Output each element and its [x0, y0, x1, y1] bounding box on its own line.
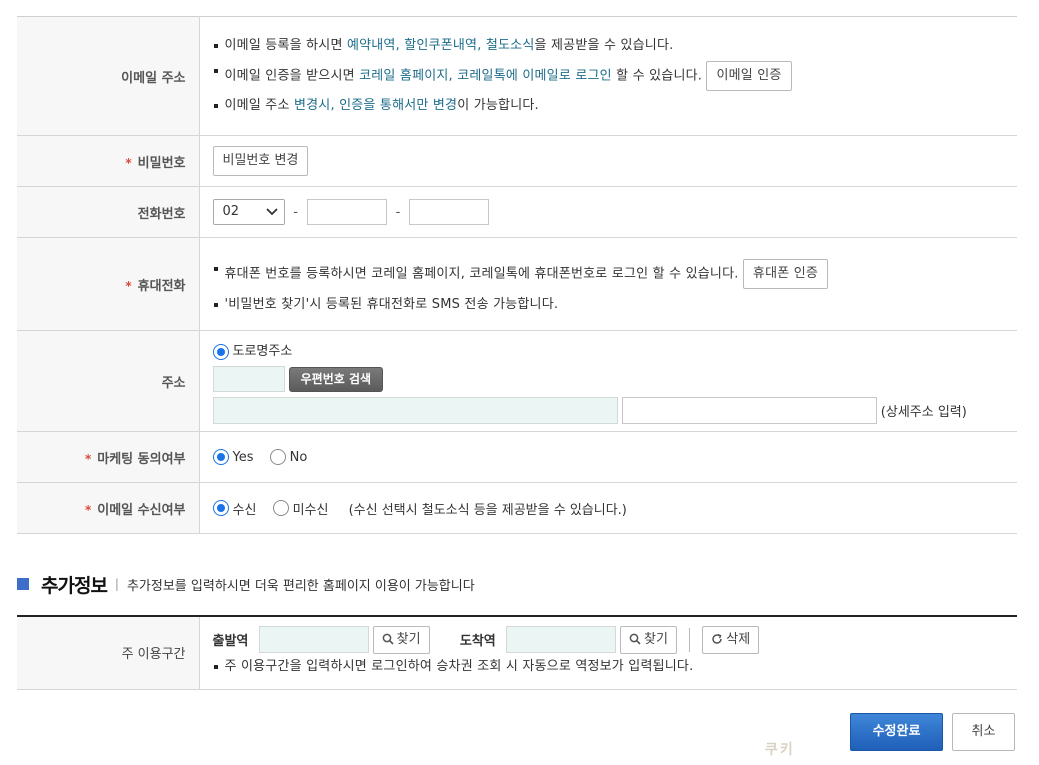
divider [689, 627, 691, 652]
road-address-label: 도로명주소 [232, 344, 293, 359]
address-input[interactable] [212, 397, 618, 424]
route-row: 주 이용구간 출발역 찾기 도착역 찾기 삭제 주 이용구간을 입력하시면 로그… [17, 616, 1018, 690]
password-row: * 비밀번호 비밀번호 변경 [17, 135, 1017, 187]
email-receive-radio[interactable] [212, 500, 229, 516]
refresh-icon [712, 633, 723, 644]
email-receive-label: * 이메일 수신여부 [17, 482, 200, 534]
cancel-button[interactable]: 취소 [952, 713, 1015, 751]
password-change-button[interactable]: 비밀번호 변경 [212, 146, 309, 176]
search-icon [382, 633, 394, 645]
watermark-logo: 쿠키 [765, 742, 795, 758]
email-not-receive-option-label: 미수신 [292, 502, 329, 518]
extra-info-title: 추가정보 [41, 574, 108, 597]
email-receive-row: * 이메일 수신여부 수신 미수신 (수신 선택시 철도소식 등을 제공받을 수 … [17, 482, 1017, 534]
address-row: 주소 도로명주소 우편번호 검색 (상세주소 입력) [17, 330, 1017, 432]
marketing-row: * 마케팅 동의여부 Yes No [17, 431, 1017, 483]
marketing-no-radio[interactable] [269, 449, 286, 465]
mobile-row: * 휴대전화 휴대폰 번호를 등록하시면 코레일 홈페이지, 코레일톡에 휴대폰번… [17, 237, 1018, 331]
phone-last-input[interactable] [409, 199, 490, 225]
required-mark: * [125, 278, 132, 293]
email-receive-note: (수신 선택시 철도소식 등을 제공받을 수 있습니다.) [348, 502, 627, 518]
member-info-form: 이메일 주소 이메일 등록을 하시면 예약내역, 할인쿠폰내역, 철도소식을 제… [17, 16, 1017, 534]
email-info-2: 이메일 인증을 받으시면 코레일 홈페이지, 코레일톡에 이메일로 로그인 할 … [213, 61, 1018, 91]
marketing-yes-radio[interactable] [212, 449, 229, 465]
mobile-info-1: 휴대폰 번호를 등록하시면 코레일 홈페이지, 코레일톡에 휴대폰번호로 로그인… [213, 258, 1018, 289]
required-mark: * [84, 451, 92, 466]
email-receive-option-label: 수신 [232, 502, 257, 518]
zipcode-input[interactable] [212, 366, 285, 392]
title-separator: | [114, 577, 119, 591]
route-label: 주 이용구간 [17, 616, 200, 690]
email-verify-button[interactable]: 이메일 인증 [706, 61, 792, 91]
mobile-info-2: '비밀번호 찾기'시 등록된 휴대전화로 SMS 전송 가능합니다. [213, 295, 1018, 315]
arrival-input[interactable] [505, 626, 616, 654]
phone-row: 전화번호 02 - - [17, 186, 1017, 238]
extra-info-header: 추가정보 | 추가정보를 입력하시면 더욱 편리한 홈페이지 이용이 가능합니다 [17, 571, 475, 597]
submit-button[interactable]: 수정완료 [850, 713, 943, 751]
departure-input[interactable] [258, 626, 369, 654]
email-not-receive-radio[interactable] [272, 500, 289, 516]
extra-info-description: 추가정보를 입력하시면 더욱 편리한 홈페이지 이용이 가능합니다 [126, 578, 475, 594]
address-label: 주소 [17, 330, 200, 432]
search-icon [629, 633, 641, 645]
password-label: * 비밀번호 [17, 135, 200, 187]
chevron-down-icon [265, 208, 278, 216]
route-note: 주 이용구간을 입력하시면 로그인하여 승차권 조회 시 자동으로 역정보가 입… [213, 657, 1018, 677]
required-mark: * [125, 155, 132, 170]
route-delete-button[interactable]: 삭제 [702, 625, 760, 654]
departure-label: 출발역 [212, 634, 249, 650]
address-detail-hint: (상세주소 입력) [880, 405, 967, 420]
mobile-verify-button[interactable]: 휴대폰 인증 [742, 258, 829, 289]
marketing-yes-label: Yes [232, 449, 254, 465]
phone-dash: - [395, 204, 401, 220]
section-square-icon [17, 578, 29, 590]
email-info-3: 이메일 주소 변경시, 인증을 통해서만 변경이 가능합니다. [213, 96, 1018, 116]
extra-info-form: 주 이용구간 출발역 찾기 도착역 찾기 삭제 주 이용구간을 입력하시면 로그… [17, 615, 1017, 690]
email-label: 이메일 주소 [17, 16, 200, 136]
area-code-select[interactable]: 02 [212, 199, 285, 225]
arrival-label: 도착역 [459, 634, 496, 650]
phone-label: 전화번호 [17, 186, 200, 238]
email-row: 이메일 주소 이메일 등록을 하시면 예약내역, 할인쿠폰내역, 철도소식을 제… [17, 16, 1018, 136]
email-cell: 이메일 등록을 하시면 예약내역, 할인쿠폰내역, 철도소식을 제공받을 수 있… [199, 16, 1018, 136]
email-info-1: 이메일 등록을 하시면 예약내역, 할인쿠폰내역, 철도소식을 제공받을 수 있… [213, 36, 1018, 56]
phone-dash: - [293, 204, 298, 220]
marketing-no-label: No [289, 449, 308, 465]
road-address-radio[interactable] [212, 344, 229, 360]
mobile-label: * 휴대전화 [17, 237, 200, 331]
phone-middle-input[interactable] [306, 199, 387, 225]
zipcode-search-button[interactable]: 우편번호 검색 [288, 366, 384, 392]
address-detail-input[interactable] [621, 397, 877, 424]
arrival-find-button[interactable]: 찾기 [620, 625, 677, 654]
departure-find-button[interactable]: 찾기 [372, 625, 430, 654]
marketing-label: * 마케팅 동의여부 [17, 431, 200, 483]
required-mark: * [84, 502, 92, 517]
